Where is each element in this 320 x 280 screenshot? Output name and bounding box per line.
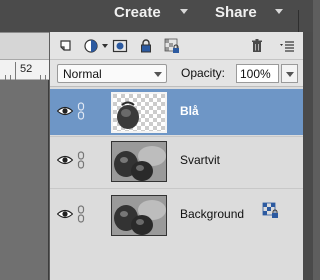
layer-name[interactable]: Background (180, 207, 244, 221)
ruler-tick (5, 75, 6, 80)
divider (50, 188, 303, 189)
panel-menu-icon[interactable] (279, 38, 295, 54)
layer-thumbnail (111, 195, 167, 236)
link-icon[interactable] (77, 151, 85, 169)
horizontal-ruler: 52 (0, 60, 49, 80)
layer-thumbnail (111, 141, 167, 182)
lock-transparency-icon[interactable] (262, 202, 279, 219)
divider (50, 136, 303, 137)
create-button[interactable]: Create (114, 4, 161, 21)
layers-panel: Normal Opacity: 100% Blå Svartvit Backgr… (50, 32, 303, 280)
layer-row-svartvit[interactable]: Svartvit (50, 138, 303, 184)
lock-transparency-icon[interactable] (164, 38, 180, 54)
create-chevron-down-icon[interactable] (180, 9, 188, 14)
layer-mask-icon[interactable] (112, 38, 128, 54)
layers-list: Blå Svartvit Background (50, 88, 303, 280)
opacity-value: 100% (240, 67, 271, 81)
ruler-tick (10, 75, 11, 80)
document-tab-bar (0, 32, 49, 60)
blend-mode-select[interactable]: Normal (57, 64, 167, 83)
chevron-down-icon (286, 72, 294, 77)
opacity-input[interactable]: 100% (236, 64, 279, 83)
link-icon[interactable] (77, 205, 85, 223)
adjustment-layer-icon[interactable] (83, 38, 99, 54)
top-bar: Create Share (0, 0, 313, 32)
layer-name[interactable]: Svartvit (180, 153, 220, 167)
ruler-tick (45, 75, 46, 80)
layer-name[interactable]: Blå (180, 104, 199, 118)
opacity-dropdown-button[interactable] (281, 64, 298, 83)
divider (298, 10, 299, 32)
adjustment-chevron-down-icon[interactable] (102, 44, 108, 48)
new-layer-icon[interactable] (58, 38, 74, 54)
eye-icon[interactable] (57, 209, 73, 219)
layers-toolbar (50, 32, 303, 60)
lock-icon[interactable] (138, 38, 154, 54)
eye-icon[interactable] (57, 106, 73, 116)
layer-row-background[interactable]: Background (50, 192, 303, 238)
layer-options-bar: Normal Opacity: 100% (50, 60, 303, 87)
opacity-label: Opacity: (181, 66, 226, 80)
blend-mode-value: Normal (63, 67, 102, 81)
link-icon[interactable] (77, 102, 85, 120)
ruler-tick (40, 75, 41, 80)
eye-icon[interactable] (57, 155, 73, 165)
trash-icon[interactable] (249, 38, 265, 54)
right-scroll-edge (303, 32, 313, 280)
layer-row-bla[interactable]: Blå (50, 89, 303, 135)
chevron-down-icon (154, 72, 162, 77)
layer-thumbnail (111, 92, 167, 133)
share-chevron-down-icon[interactable] (275, 9, 283, 14)
ruler-number: 52 (20, 63, 33, 75)
share-button[interactable]: Share (215, 4, 257, 21)
ruler-tick (15, 62, 16, 80)
